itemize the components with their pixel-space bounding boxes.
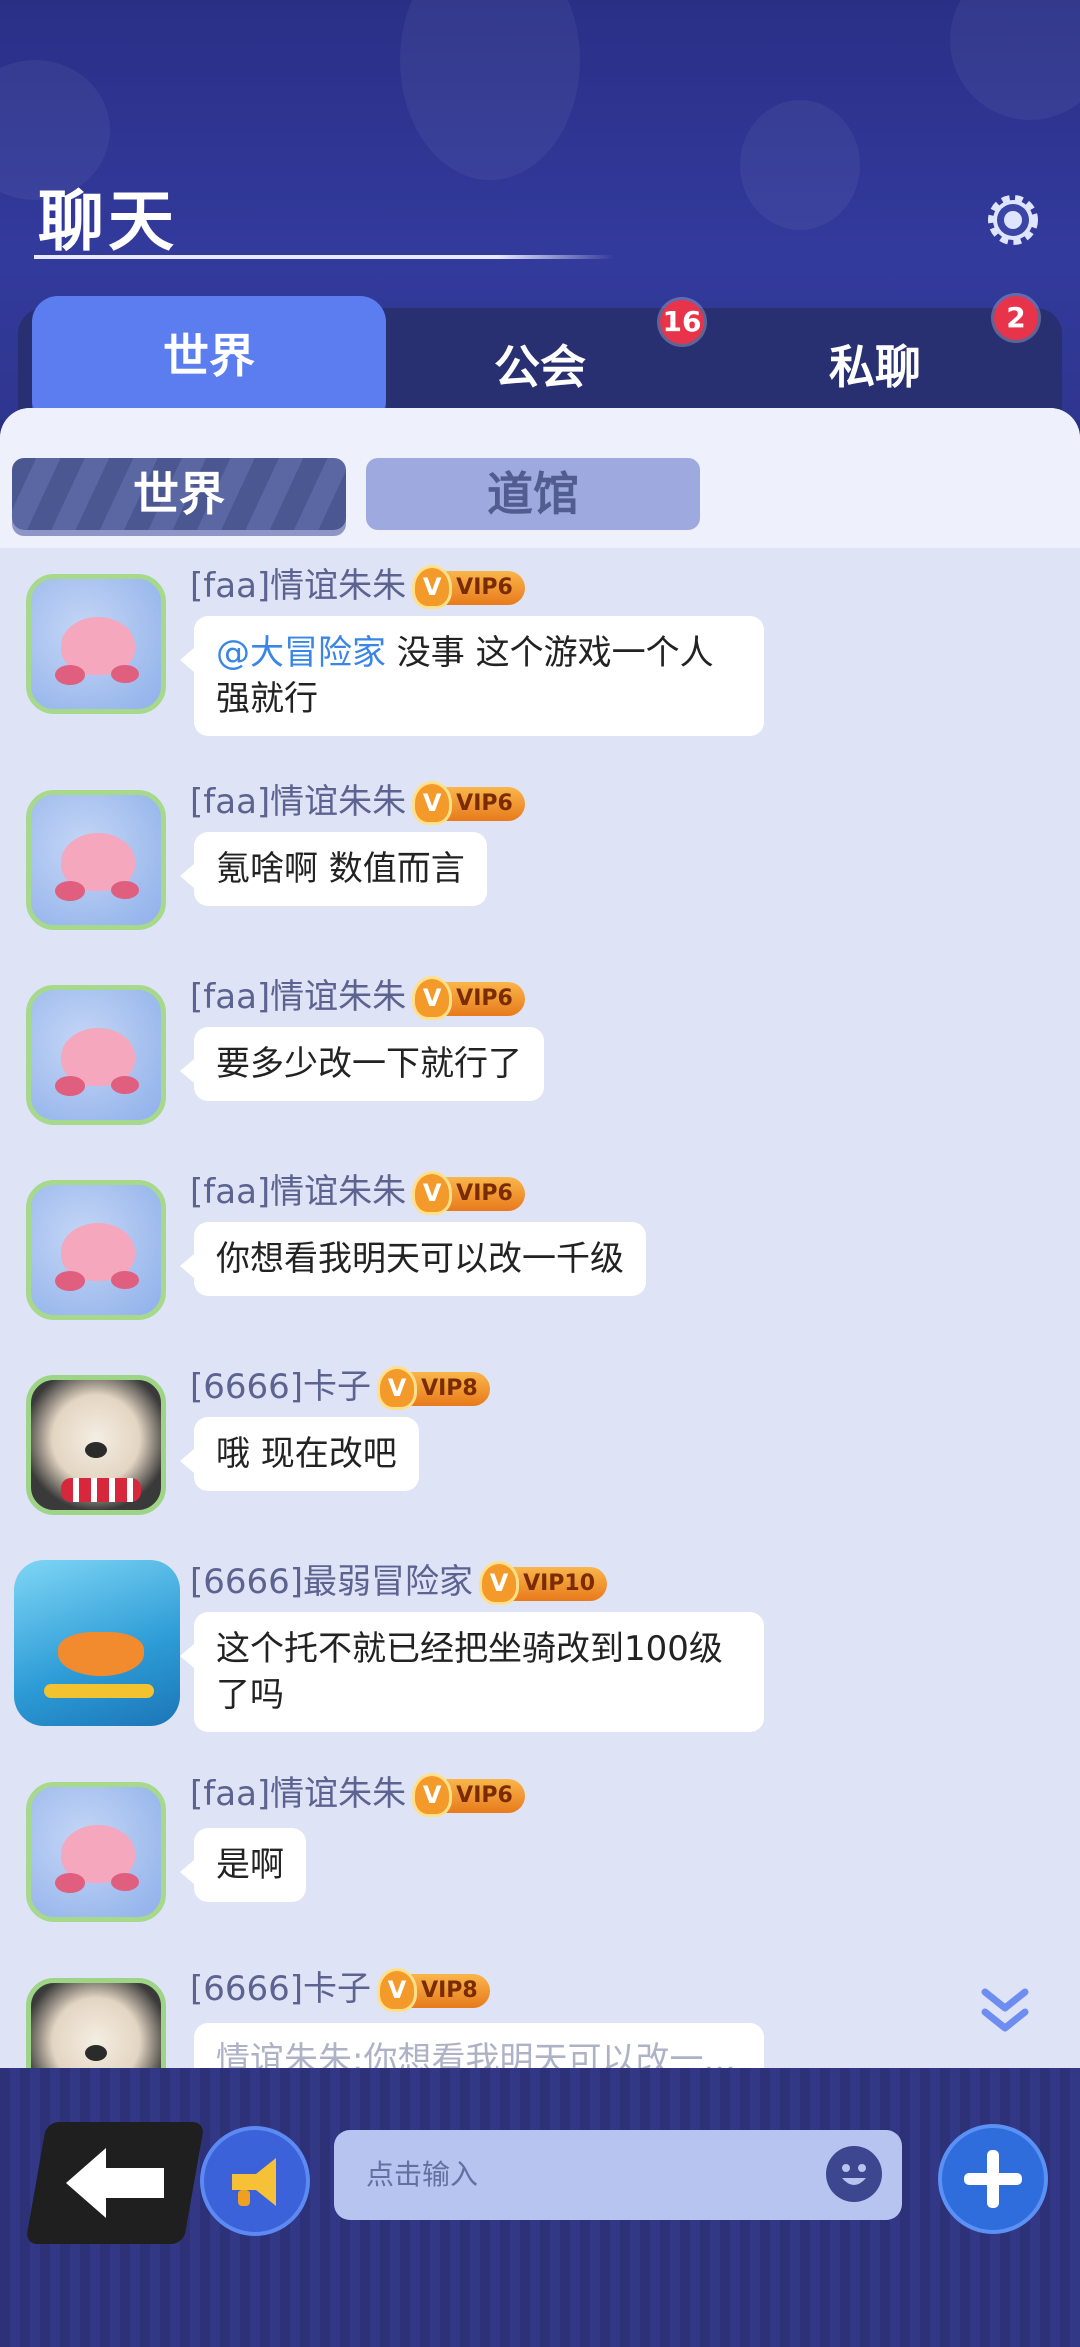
vip-badge: V VIP6 bbox=[412, 1772, 525, 1817]
subtab-world[interactable]: 世界 bbox=[12, 458, 346, 530]
chat-panel: 世界 道馆 [faa]情谊朱朱 V VIP6 @大冒险家 没事 这个游戏一个人强就行… bbox=[0, 408, 1080, 2068]
sender-name: [6666]卡子 V VIP8 bbox=[190, 1359, 490, 1410]
avatar-image bbox=[55, 833, 139, 901]
chat-input-placeholder: 点击输入 bbox=[366, 2158, 479, 2191]
vip-badge: V VIP6 bbox=[412, 1170, 525, 1215]
vip-badge: V VIP8 bbox=[377, 1365, 490, 1410]
sender-name-text: [6666]卡子 bbox=[190, 1367, 372, 1407]
avatar-image bbox=[55, 617, 139, 685]
vip-level: VIP8 bbox=[421, 1977, 478, 2003]
message-text: 是啊 bbox=[216, 1845, 284, 1885]
double-chevron-down-icon[interactable] bbox=[975, 1980, 1035, 2040]
avatar[interactable] bbox=[26, 1782, 166, 1922]
sender-name-text: [6666]卡子 bbox=[190, 1969, 372, 2009]
plus-icon bbox=[964, 2150, 1022, 2208]
sender-name-text: [faa]情谊朱朱 bbox=[190, 977, 407, 1017]
message-bubble[interactable]: 氪啥啊 数值而言 bbox=[180, 832, 487, 906]
avatar[interactable] bbox=[26, 1375, 166, 1515]
message-text: 氪啥啊 数值而言 bbox=[216, 849, 465, 889]
sender-name: [faa]情谊朱朱 V VIP6 bbox=[190, 774, 525, 825]
vip-level: VIP6 bbox=[456, 1782, 513, 1808]
avatar[interactable] bbox=[26, 790, 166, 930]
message-text: 这个托不就已经把坐骑改到100级了吗 bbox=[216, 1629, 723, 1715]
sender-name: [faa]情谊朱朱 V VIP6 bbox=[190, 1164, 525, 1215]
avatar[interactable] bbox=[26, 1180, 166, 1320]
sender-name: [faa]情谊朱朱 V VIP6 bbox=[190, 1766, 525, 1817]
tab-guild[interactable]: 公会 bbox=[430, 308, 650, 418]
message-bubble[interactable]: @大冒险家 没事 这个游戏一个人强就行 bbox=[180, 616, 764, 736]
tab-world[interactable]: 世界 bbox=[32, 296, 386, 438]
sender-name: [6666]最弱冒险家 V VIP10 bbox=[190, 1554, 608, 1605]
message-bubble[interactable]: 情谊朱朱:你想看我明天可以改一... bbox=[194, 2023, 764, 2068]
smiley-icon[interactable] bbox=[826, 2146, 882, 2202]
guild-badge: 16 bbox=[660, 300, 704, 344]
avatar-image bbox=[55, 1028, 139, 1096]
avatar-image bbox=[58, 1632, 144, 1676]
chat-screen: 聊天 世界 公会 16 私聊 2 世界 道馆 [faa]情谊朱朱 V VIP6 @大… bbox=[0, 0, 1080, 2347]
sender-name-text: [6666]最弱冒险家 bbox=[190, 1562, 474, 1602]
message-text: 要多少改一下就行了 bbox=[216, 1044, 522, 1084]
vip-level: VIP6 bbox=[456, 574, 513, 600]
avatar-image bbox=[55, 1223, 139, 1291]
message-bubble[interactable]: 是啊 bbox=[180, 1828, 306, 1902]
sender-name: [6666]卡子 V VIP8 bbox=[190, 1961, 490, 2012]
megaphone-icon bbox=[232, 2158, 276, 2206]
vip-badge: V VIP10 bbox=[479, 1560, 608, 1605]
tab-private[interactable]: 私聊 bbox=[765, 308, 985, 418]
page-title: 聊天 bbox=[38, 183, 178, 260]
sender-name-text: [faa]情谊朱朱 bbox=[190, 1774, 407, 1814]
broadcast-button[interactable] bbox=[200, 2126, 310, 2236]
message-bubble[interactable]: 要多少改一下就行了 bbox=[180, 1027, 544, 1101]
subtab-bar: 世界 道馆 bbox=[0, 408, 1080, 548]
sender-name: [faa]情谊朱朱 V VIP6 bbox=[190, 969, 525, 1020]
title-underline bbox=[34, 255, 614, 259]
message-bubble[interactable]: 这个托不就已经把坐骑改到100级了吗 bbox=[180, 1612, 764, 1732]
sender-name-text: [faa]情谊朱朱 bbox=[190, 1172, 407, 1212]
sender-name-text: [faa]情谊朱朱 bbox=[190, 566, 407, 606]
avatar-chain bbox=[44, 1684, 154, 1698]
tab-guild-label: 公会 bbox=[494, 340, 586, 394]
avatar[interactable] bbox=[26, 985, 166, 1125]
back-button[interactable] bbox=[25, 2122, 205, 2244]
avatar-image bbox=[85, 2045, 107, 2061]
avatar[interactable] bbox=[14, 1560, 180, 1726]
avatar[interactable] bbox=[26, 574, 166, 714]
sender-name-text: [faa]情谊朱朱 bbox=[190, 782, 407, 822]
tab-private-label: 私聊 bbox=[829, 340, 921, 394]
avatar-image bbox=[55, 1825, 139, 1893]
tab-world-label: 世界 bbox=[163, 329, 255, 383]
message-bubble[interactable]: 哦 现在改吧 bbox=[180, 1417, 419, 1491]
vip-badge: V VIP6 bbox=[412, 780, 525, 825]
add-button[interactable] bbox=[938, 2124, 1048, 2234]
avatar-image bbox=[85, 1442, 107, 1458]
avatar-scarf bbox=[61, 1478, 141, 1502]
vip-badge: V VIP8 bbox=[377, 1967, 490, 2012]
message-text: 你想看我明天可以改一千级 bbox=[216, 1239, 624, 1279]
vip-level: VIP10 bbox=[523, 1570, 596, 1596]
vip-badge: V VIP6 bbox=[412, 975, 525, 1020]
vip-level: VIP6 bbox=[456, 985, 513, 1011]
message-bubble[interactable]: 你想看我明天可以改一千级 bbox=[180, 1222, 646, 1296]
vip-badge: V VIP6 bbox=[412, 564, 525, 609]
vip-level: VIP6 bbox=[456, 790, 513, 816]
vip-level: VIP6 bbox=[456, 1180, 513, 1206]
avatar[interactable] bbox=[26, 1978, 166, 2068]
subtab-dojo[interactable]: 道馆 bbox=[366, 458, 700, 530]
chat-input[interactable]: 点击输入 bbox=[334, 2130, 902, 2220]
private-badge: 2 bbox=[994, 296, 1038, 340]
mention-link[interactable]: @大冒险家 bbox=[216, 633, 386, 673]
sender-name: [faa]情谊朱朱 V VIP6 bbox=[190, 558, 525, 609]
vip-level: VIP8 bbox=[421, 1375, 478, 1401]
message-text: 情谊朱朱:你想看我明天可以改一... bbox=[216, 2040, 736, 2068]
back-arrow-icon bbox=[66, 2148, 164, 2218]
gear-icon[interactable] bbox=[983, 190, 1043, 250]
message-text: 哦 现在改吧 bbox=[216, 1434, 397, 1474]
